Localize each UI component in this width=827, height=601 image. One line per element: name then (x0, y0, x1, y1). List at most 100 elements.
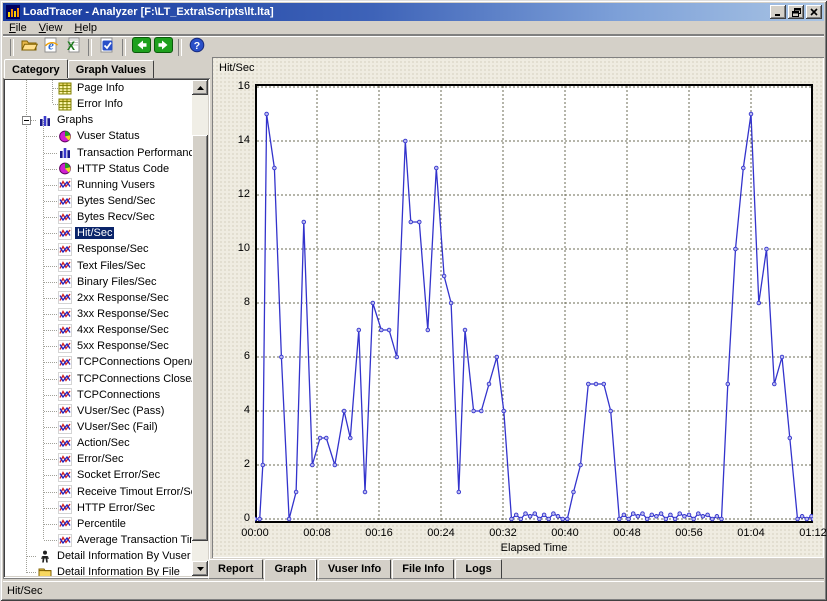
tree-item-label: Socket Error/Sec (75, 469, 162, 481)
tree-item-label: Error Info (75, 98, 125, 110)
menu-bar: FileViewHelp (3, 21, 824, 35)
tree-item-binary-files-sec[interactable]: Binary Files/Sec (5, 274, 192, 290)
tree-connector (44, 266, 57, 267)
tree-connector (44, 379, 57, 380)
view-tab-strip: ReportGraphVuser InfoFile InfoLogs (208, 559, 503, 580)
tree-connector (44, 185, 57, 186)
tree-item-tcpconnections-open-sec[interactable]: TCPConnections Open/Sec (5, 354, 192, 370)
tree-connector (44, 249, 57, 250)
forward-button[interactable] (152, 38, 174, 58)
tree-scrollbar[interactable] (192, 80, 208, 576)
y-tick-label: 14 (217, 134, 250, 146)
scroll-down-button[interactable] (192, 561, 208, 576)
tree-item-response-sec[interactable]: Response/Sec (5, 241, 192, 257)
tree-connector (44, 443, 57, 444)
tree-item-5xx-response-sec[interactable]: 5xx Response/Sec (5, 338, 192, 354)
table-icon (58, 98, 72, 111)
tree-connector (44, 233, 57, 234)
back-button[interactable] (130, 38, 152, 58)
tree-item-label: Binary Files/Sec (75, 276, 158, 288)
tree-item-running-vusers[interactable]: Running Vusers (5, 177, 192, 193)
tree-item-transaction-performance[interactable]: Transaction Performance (5, 145, 192, 161)
tree-item-2xx-response-sec[interactable]: 2xx Response/Sec (5, 290, 192, 306)
tree-item-vuser-sec-pass-[interactable]: VUser/Sec (Pass) (5, 403, 192, 419)
title-bar[interactable]: LoadTracer - Analyzer [F:\LT_Extra\Scrip… (3, 3, 824, 21)
tree-item-label: Hit/Sec (75, 227, 114, 239)
tree-item-vuser-sec-fail-[interactable]: VUser/Sec (Fail) (5, 419, 192, 435)
tree-item-http-error-sec[interactable]: HTTP Error/Sec (5, 500, 192, 516)
tree-item-hit-sec[interactable]: Hit/Sec (5, 225, 192, 241)
minimize-button[interactable] (770, 5, 786, 19)
check-page-icon (99, 37, 115, 58)
tree-item-vuser-status[interactable]: Vuser Status (5, 128, 192, 144)
view-tab-file-info[interactable]: File Info (392, 559, 454, 579)
tree-item-4xx-response-sec[interactable]: 4xx Response/Sec (5, 322, 192, 338)
excel-export-button[interactable]: X (62, 38, 84, 58)
status-text: Hit/Sec (7, 585, 42, 597)
tree-item-http-status-code[interactable]: HTTP Status Code (5, 161, 192, 177)
arrow-up-icon (197, 86, 204, 90)
help-button[interactable]: ? (186, 38, 208, 58)
view-tab-report[interactable]: Report (208, 559, 263, 579)
tree-connector (44, 524, 57, 525)
close-button[interactable] (806, 5, 822, 19)
line-icon (58, 501, 72, 514)
tree-item-socket-error-sec[interactable]: Socket Error/Sec (5, 467, 192, 483)
tree-connector (44, 217, 57, 218)
tree-item-percentile[interactable]: Percentile (5, 516, 192, 532)
tree-item-receive-timout-error-sec[interactable]: Receive Timout Error/Sec (5, 484, 192, 500)
tree-item-label: Vuser Status (75, 130, 142, 142)
tree-item-bytes-send-sec[interactable]: Bytes Send/Sec (5, 193, 192, 209)
folder-open-icon (21, 38, 38, 57)
tree-item-tcpconnections-close-sec[interactable]: TCPConnections Close/Sec (5, 371, 192, 387)
tree-connector (44, 298, 57, 299)
browser-view-button[interactable]: e (40, 38, 62, 58)
y-tick-label: 8 (217, 296, 250, 308)
tree-item-text-files-sec[interactable]: Text Files/Sec (5, 258, 192, 274)
tree-connector (44, 282, 57, 283)
browser-e-icon: e (43, 37, 59, 58)
tree-item-detail-information-by-file[interactable]: Detail Information By File (5, 564, 192, 576)
tree-item-detail-information-by-vuser[interactable]: Detail Information By Vuser (5, 548, 192, 564)
tree-item-error-info[interactable]: Error Info (5, 96, 192, 112)
tree-item-label: TCPConnections Open/Sec (75, 356, 192, 368)
line-icon (58, 324, 72, 337)
scroll-up-button[interactable] (192, 80, 208, 95)
menu-help[interactable]: Help (68, 22, 103, 34)
report-button[interactable] (96, 38, 118, 58)
collapse-toggle-minus[interactable] (22, 116, 31, 125)
tree-item-error-sec[interactable]: Error/Sec (5, 451, 192, 467)
view-tab-graph[interactable]: Graph (264, 559, 316, 581)
restore-button[interactable] (788, 5, 804, 19)
minimize-icon (774, 8, 782, 16)
open-file-button[interactable] (18, 38, 40, 58)
tree-item-bytes-recv-sec[interactable]: Bytes Recv/Sec (5, 209, 192, 225)
menu-file[interactable]: File (3, 22, 33, 34)
tree-item-action-sec[interactable]: Action/Sec (5, 435, 192, 451)
bars-icon (38, 114, 52, 127)
tree-item-average-transaction-time[interactable]: Average Transaction Time (5, 532, 192, 548)
x-tick-label: 01:04 (733, 527, 769, 539)
bars-icon (58, 146, 72, 159)
tree-item-label: Detail Information By Vuser (55, 550, 192, 562)
view-tab-logs[interactable]: Logs (455, 559, 501, 579)
tree-connector (44, 427, 57, 428)
scrollbar-thumb[interactable] (192, 135, 208, 541)
tree-item-label: 5xx Response/Sec (75, 340, 171, 352)
line-icon (58, 372, 72, 385)
tree-item-3xx-response-sec[interactable]: 3xx Response/Sec (5, 306, 192, 322)
view-tab-vuser-info[interactable]: Vuser Info (318, 559, 391, 579)
menu-view[interactable]: View (33, 22, 69, 34)
tree-item-label: TCPConnections (75, 389, 162, 401)
tab-category[interactable]: Category (4, 59, 68, 78)
tab-graph-values[interactable]: Graph Values (68, 60, 154, 78)
tree-item-page-info[interactable]: Page Info (5, 80, 192, 96)
line-icon (58, 534, 72, 547)
close-icon (810, 8, 818, 16)
line-icon (58, 275, 72, 288)
tree-item-graphs[interactable]: Graphs (5, 112, 192, 128)
x-tick-label: 00:00 (237, 527, 273, 539)
tree-connector (44, 201, 57, 202)
tree-connector (44, 508, 57, 509)
tree-item-tcpconnections[interactable]: TCPConnections (5, 387, 192, 403)
